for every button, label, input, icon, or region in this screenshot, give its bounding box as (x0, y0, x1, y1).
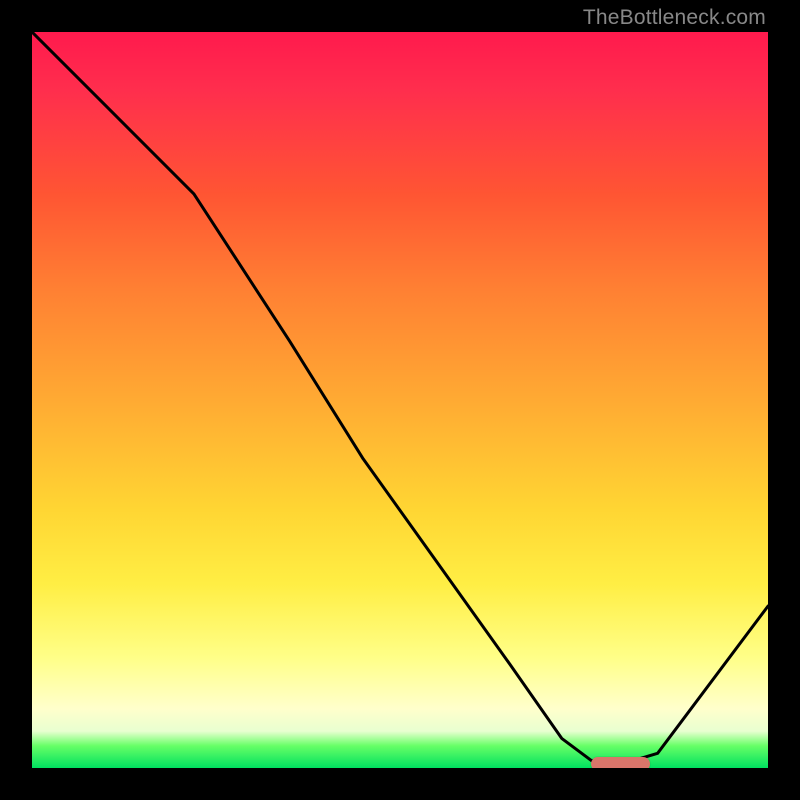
bottleneck-curve (32, 32, 768, 764)
plot-area (32, 32, 768, 768)
chart-container: TheBottleneck.com (0, 0, 800, 800)
curve-svg (32, 32, 768, 768)
watermark-text: TheBottleneck.com (583, 6, 766, 30)
optimal-region-marker (591, 757, 650, 768)
